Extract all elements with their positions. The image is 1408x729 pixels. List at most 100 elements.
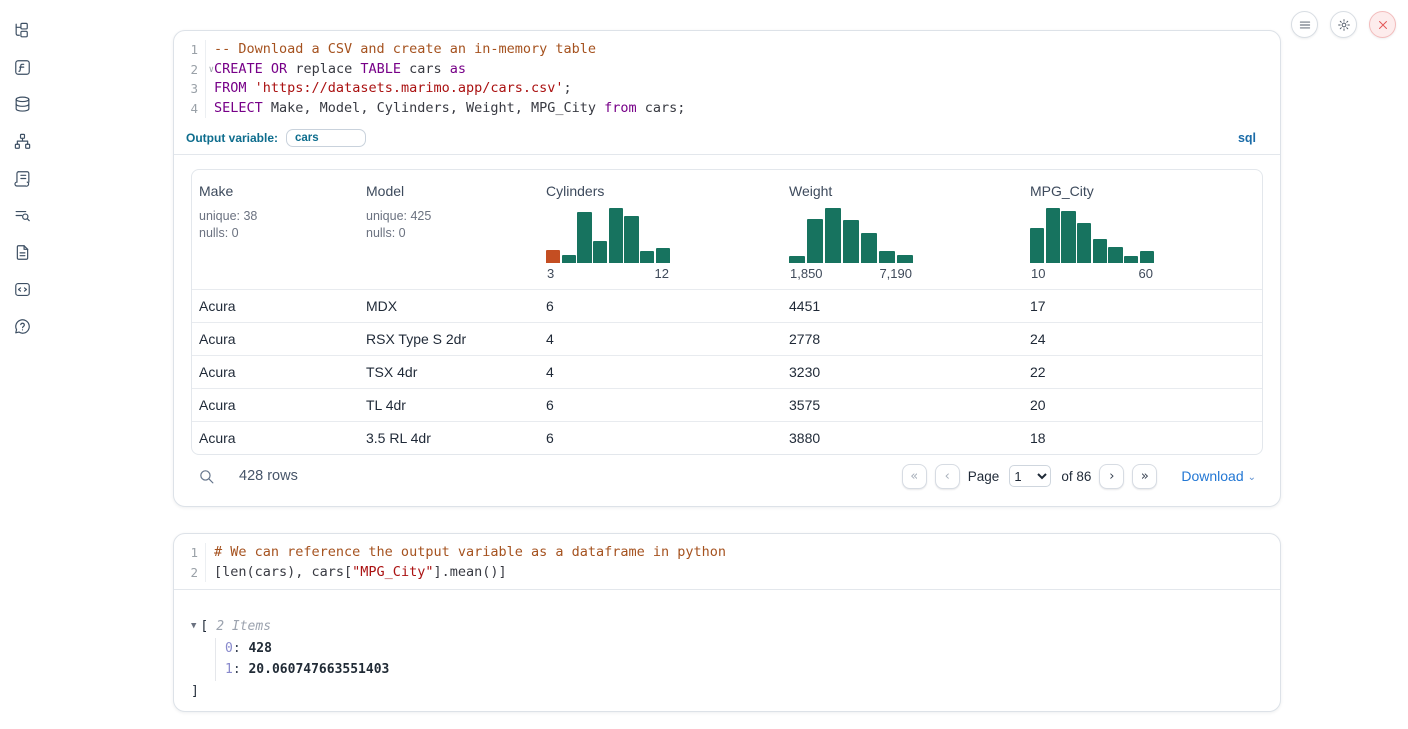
- histogram-bar: [609, 208, 623, 263]
- entry-value: 20.060747663551403: [248, 659, 389, 681]
- code-line: 2[len(cars), cars["MPG_City"].mean()]: [174, 563, 1280, 583]
- tree-collapse-chevron-icon[interactable]: ▼: [191, 616, 196, 638]
- column-nulls-stat: nulls: 0: [366, 225, 539, 242]
- table-cell: 24: [1023, 323, 1262, 355]
- code-line: 1-- Download a CSV and create an in-memo…: [174, 40, 1280, 60]
- dependency-graph-icon[interactable]: [12, 131, 32, 151]
- pagination: « ‹ Page 1 of 86 › » Download ⌄: [902, 464, 1256, 489]
- table-cell: Acura: [192, 290, 359, 322]
- table-row[interactable]: AcuraTL 4dr6357520: [192, 388, 1262, 421]
- table-cell: Acura: [192, 323, 359, 355]
- table-of-contents-icon[interactable]: [12, 205, 32, 225]
- python-code-editor[interactable]: 1# We can reference the output variable …: [174, 534, 1280, 589]
- column-header-mpg-city[interactable]: MPG_City 1060: [1023, 183, 1262, 281]
- mpg-city-histogram: 1060: [1030, 208, 1154, 281]
- table-body: AcuraMDX6445117AcuraRSX Type S 2dr427782…: [192, 289, 1262, 454]
- table-cell: 3575: [782, 389, 1023, 421]
- table-cell: TL 4dr: [359, 389, 539, 421]
- line-number: 2∨: [174, 60, 206, 80]
- histogram-bar: [789, 256, 805, 263]
- tree-entry: 0: 428 1: 20.060747663551403: [215, 638, 1264, 681]
- column-header-make[interactable]: Make unique: 38 nulls: 0: [192, 183, 359, 281]
- page-total-label: of 86: [1061, 469, 1091, 484]
- entry-key: 1: [225, 659, 233, 681]
- gear-icon: [1337, 18, 1351, 32]
- table-row[interactable]: AcuraMDX6445117: [192, 289, 1262, 322]
- cylinders-histogram: 3 12: [546, 208, 670, 281]
- table-cell: 6: [539, 290, 782, 322]
- hist-max-label: 12: [655, 266, 669, 281]
- open-bracket: [: [200, 616, 208, 638]
- table-cell: 4: [539, 323, 782, 355]
- hist-min-label: 1,850: [790, 266, 823, 281]
- help-icon[interactable]: [12, 316, 32, 336]
- sql-cell: 1-- Download a CSV and create an in-memo…: [173, 30, 1281, 507]
- histogram-bar: [1046, 208, 1060, 263]
- table-cell: 20: [1023, 389, 1262, 421]
- sql-code-editor[interactable]: 1-- Download a CSV and create an in-memo…: [174, 31, 1280, 125]
- first-page-button[interactable]: «: [902, 464, 927, 489]
- page-label: Page: [968, 469, 1000, 484]
- hist-max-label: 7,190: [879, 266, 912, 281]
- table-row[interactable]: AcuraRSX Type S 2dr4277824: [192, 322, 1262, 355]
- python-cell: 1# We can reference the output variable …: [173, 533, 1281, 712]
- table-cell: Acura: [192, 389, 359, 421]
- variables-icon[interactable]: [12, 57, 32, 77]
- last-page-button[interactable]: »: [1132, 464, 1157, 489]
- table-cell: 22: [1023, 356, 1262, 388]
- column-name: Make: [199, 183, 359, 199]
- output-variable-input[interactable]: [286, 129, 366, 147]
- histogram-bar: [1061, 211, 1075, 263]
- snippets-icon[interactable]: [12, 279, 32, 299]
- table-header-row: Make unique: 38 nulls: 0 Model unique: 4…: [192, 170, 1262, 289]
- histogram-bar: [640, 251, 654, 263]
- next-page-button[interactable]: ›: [1099, 464, 1124, 489]
- table-cell: RSX Type S 2dr: [359, 323, 539, 355]
- left-sidebar: [0, 0, 44, 729]
- table-cell: Acura: [192, 356, 359, 388]
- table-row[interactable]: Acura3.5 RL 4dr6388018: [192, 421, 1262, 454]
- histogram-bar: [879, 251, 895, 263]
- download-button[interactable]: Download ⌄: [1181, 468, 1256, 484]
- histogram-bar: [1077, 223, 1091, 263]
- column-header-cylinders[interactable]: Cylinders 312: [539, 183, 782, 281]
- hist-min-label: 3: [547, 266, 554, 281]
- column-header-model[interactable]: Model unique: 425 nulls: 0: [359, 183, 539, 281]
- shutdown-button[interactable]: [1369, 11, 1396, 38]
- line-number: 3: [174, 79, 206, 99]
- column-header-weight[interactable]: Weight 1,8507,190: [782, 183, 1023, 281]
- histogram-bar: [577, 212, 591, 263]
- table-cell: 3230: [782, 356, 1023, 388]
- notebook-menu-button[interactable]: [1291, 11, 1318, 38]
- datasources-icon[interactable]: [12, 94, 32, 114]
- settings-button[interactable]: [1330, 11, 1357, 38]
- histogram-bar: [1108, 247, 1122, 264]
- tree-close-line: ]: [191, 681, 1264, 703]
- table-cell: 6: [539, 389, 782, 421]
- table-cell: 2778: [782, 323, 1023, 355]
- histogram-bar: [897, 255, 913, 263]
- entry-value: 428: [248, 638, 271, 660]
- previous-page-button[interactable]: ‹: [935, 464, 960, 489]
- weight-histogram: 1,850 7,190: [789, 208, 913, 281]
- table-row[interactable]: AcuraTSX 4dr4323022: [192, 355, 1262, 388]
- file-explorer-icon[interactable]: [12, 20, 32, 40]
- hist-max-label: 60: [1139, 266, 1153, 281]
- histogram-bar: [807, 219, 823, 263]
- close-icon: [1376, 18, 1390, 32]
- search-icon[interactable]: [198, 468, 215, 485]
- tree-open-line: ▼ [ 2 Items: [191, 616, 1264, 638]
- column-unique-stat: unique: 425: [366, 208, 539, 225]
- page-select[interactable]: 1: [1009, 465, 1051, 487]
- documentation-icon[interactable]: [12, 242, 32, 262]
- column-nulls-stat: nulls: 0: [199, 225, 359, 242]
- output-variable-label: Output variable:: [186, 131, 278, 145]
- logs-icon[interactable]: [12, 168, 32, 188]
- chevron-down-icon: ⌄: [1248, 472, 1256, 483]
- hamburger-icon: [1298, 18, 1312, 32]
- line-number: 1: [174, 40, 206, 60]
- fold-chevron-icon[interactable]: ∨: [209, 61, 214, 81]
- histogram-bar: [1140, 251, 1154, 263]
- sql-language-badge: sql: [1238, 131, 1256, 145]
- histogram-bar: [861, 233, 877, 263]
